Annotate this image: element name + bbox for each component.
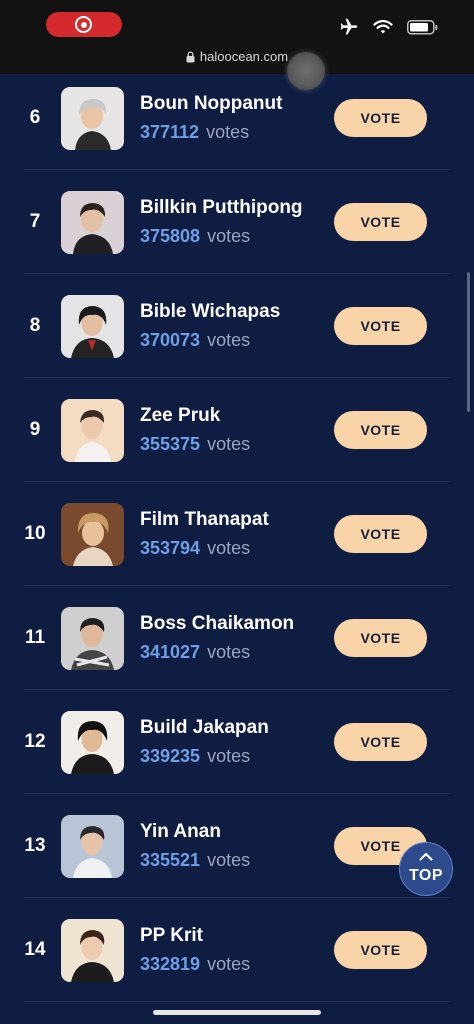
rank-number: 10 xyxy=(24,523,46,544)
candidate-name: PP Krit xyxy=(140,925,204,946)
vote-count: 341027 votes xyxy=(140,642,250,663)
votes-label: votes xyxy=(207,330,251,350)
avatar xyxy=(61,295,124,358)
rank-number: 6 xyxy=(29,107,41,128)
list-item: 8 Bible Wichapas 370073 votes VOTE xyxy=(24,274,450,378)
candidate-name: Boss Chaikamon xyxy=(140,613,295,634)
votes-label: votes xyxy=(207,850,251,870)
vote-button[interactable]: VOTE xyxy=(334,307,427,345)
votes-label: votes xyxy=(207,642,251,662)
system-icons xyxy=(339,17,438,37)
vote-button[interactable]: VOTE xyxy=(334,99,427,137)
list-item: 7 Billkin Putthipong 375808 votes VOTE xyxy=(24,170,450,274)
vote-number: 355375 xyxy=(140,434,201,454)
vote-button[interactable]: VOTE xyxy=(334,931,427,969)
votes-label: votes xyxy=(207,746,251,766)
votes-label: votes xyxy=(206,122,250,142)
vote-count: 370073 votes xyxy=(140,330,250,351)
avatar xyxy=(61,711,124,774)
vote-count: 375808 votes xyxy=(140,226,250,247)
votes-label: votes xyxy=(207,538,251,558)
candidate-name: Zee Pruk xyxy=(140,405,221,426)
chevron-up-icon xyxy=(419,852,433,861)
lock-icon xyxy=(186,51,195,63)
list-item: 12 Build Jakapan 339235 votes VOTE xyxy=(24,690,450,794)
list-item: 6 Boun Noppanut 377112 votes VOTE xyxy=(24,66,450,170)
rank-number: 7 xyxy=(29,211,41,232)
vote-count: 353794 votes xyxy=(140,538,250,559)
vote-number: 332819 xyxy=(140,954,201,974)
vote-number: 377112 xyxy=(140,122,200,142)
rank-number: 12 xyxy=(24,731,46,752)
vote-count: 355375 votes xyxy=(140,434,250,455)
candidate-name: Yin Anan xyxy=(140,821,221,842)
vote-number: 339235 xyxy=(140,746,201,766)
back-to-top-button[interactable]: TOP xyxy=(399,842,453,896)
avatar xyxy=(61,815,124,878)
candidate-name: Bible Wichapas xyxy=(140,301,281,322)
list-item: 14 PP Krit 332819 votes VOTE xyxy=(24,898,450,1002)
record-icon xyxy=(75,16,92,33)
candidate-name: Boun Noppanut xyxy=(140,93,283,114)
vote-count: 377112 votes xyxy=(140,122,249,143)
screen-recording-indicator[interactable] xyxy=(46,12,122,37)
vote-button[interactable]: VOTE xyxy=(334,203,427,241)
vote-button[interactable]: VOTE xyxy=(334,515,427,553)
avatar xyxy=(61,191,124,254)
rank-number: 11 xyxy=(24,627,46,648)
vote-count: 339235 votes xyxy=(140,746,250,767)
vote-number: 335521 xyxy=(140,850,201,870)
list-item: 11 Boss Chaikamon 341027 votes VOTE xyxy=(24,586,450,690)
vote-number: 341027 xyxy=(140,642,201,662)
votes-label: votes xyxy=(207,226,251,246)
rank-number: 9 xyxy=(29,419,41,440)
page: haloocean.com 6 Boun Noppanut 377112 vote… xyxy=(0,0,474,1024)
vote-button[interactable]: VOTE xyxy=(334,411,427,449)
candidate-name: Film Thanapat xyxy=(140,509,269,530)
avatar xyxy=(61,399,124,462)
home-indicator[interactable] xyxy=(153,1010,321,1015)
rank-number: 13 xyxy=(24,835,46,856)
vote-number: 370073 xyxy=(140,330,201,350)
list-item: 10 Film Thanapat 353794 votes VOTE xyxy=(24,482,450,586)
votes-label: votes xyxy=(207,954,251,974)
airplane-icon xyxy=(340,18,358,35)
avatar xyxy=(61,503,124,566)
avatar xyxy=(61,919,124,982)
avatar xyxy=(61,607,124,670)
rank-number: 8 xyxy=(29,315,41,336)
avatar xyxy=(61,87,124,150)
vote-number: 353794 xyxy=(140,538,201,558)
list-item: 13 Yin Anan 335521 votes VOTE xyxy=(24,794,450,898)
vote-button[interactable]: VOTE xyxy=(334,619,427,657)
battery-icon xyxy=(407,19,438,34)
scrollbar[interactable] xyxy=(467,272,470,412)
vote-count: 332819 votes xyxy=(140,954,250,975)
vote-button[interactable]: VOTE xyxy=(334,723,427,761)
candidate-name: Build Jakapan xyxy=(140,717,269,738)
vote-count: 335521 votes xyxy=(140,850,250,871)
wifi-icon xyxy=(373,20,393,34)
vote-number: 375808 xyxy=(140,226,201,246)
candidate-name: Billkin Putthipong xyxy=(140,197,303,218)
top-label: TOP xyxy=(408,867,444,884)
list-item: 9 Zee Pruk 355375 votes VOTE xyxy=(24,378,450,482)
status-bar: haloocean.com xyxy=(0,0,474,74)
rank-number: 14 xyxy=(24,939,46,960)
votes-label: votes xyxy=(207,434,251,454)
